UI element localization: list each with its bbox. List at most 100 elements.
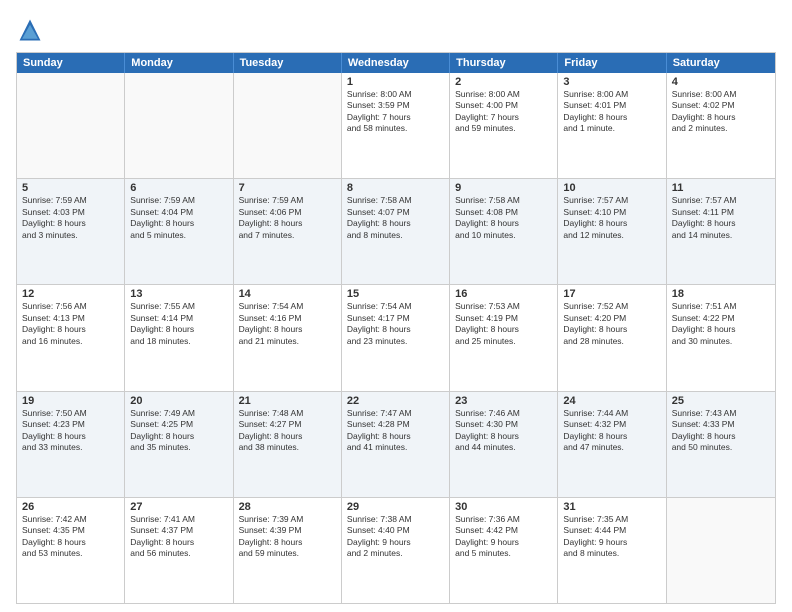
cell-text: Sunset: 4:27 PM <box>239 419 336 430</box>
calendar-cell-empty-0 <box>17 73 125 178</box>
cell-text: Sunset: 4:03 PM <box>22 207 119 218</box>
cell-text: Sunset: 4:28 PM <box>347 419 444 430</box>
cell-text: Sunrise: 7:39 AM <box>239 514 336 525</box>
cell-text: Sunset: 4:06 PM <box>239 207 336 218</box>
cell-text: and 23 minutes. <box>347 336 444 347</box>
calendar-cell-19: 19Sunrise: 7:50 AMSunset: 4:23 PMDayligh… <box>17 392 125 497</box>
cell-text: and 47 minutes. <box>563 442 660 453</box>
day-number: 29 <box>347 501 444 513</box>
cell-text: Sunset: 4:10 PM <box>563 207 660 218</box>
calendar-cell-26: 26Sunrise: 7:42 AMSunset: 4:35 PMDayligh… <box>17 498 125 603</box>
cell-text: and 8 minutes. <box>347 230 444 241</box>
cell-text: Sunset: 4:25 PM <box>130 419 227 430</box>
cell-text: and 2 minutes. <box>672 123 770 134</box>
day-header-monday: Monday <box>125 53 233 73</box>
calendar-cell-14: 14Sunrise: 7:54 AMSunset: 4:16 PMDayligh… <box>234 285 342 390</box>
day-number: 20 <box>130 395 227 407</box>
day-number: 7 <box>239 182 336 194</box>
day-number: 14 <box>239 288 336 300</box>
cell-text: Daylight: 8 hours <box>672 112 770 123</box>
day-number: 10 <box>563 182 660 194</box>
cell-text: Sunset: 4:16 PM <box>239 313 336 324</box>
cell-text: and 25 minutes. <box>455 336 552 347</box>
cell-text: and 44 minutes. <box>455 442 552 453</box>
cell-text: and 5 minutes. <box>130 230 227 241</box>
cell-text: and 59 minutes. <box>455 123 552 134</box>
cell-text: Sunrise: 7:35 AM <box>563 514 660 525</box>
day-header-wednesday: Wednesday <box>342 53 450 73</box>
cell-text: and 35 minutes. <box>130 442 227 453</box>
day-number: 17 <box>563 288 660 300</box>
cell-text: and 53 minutes. <box>22 548 119 559</box>
calendar-cell-25: 25Sunrise: 7:43 AMSunset: 4:33 PMDayligh… <box>667 392 775 497</box>
cell-text: Sunset: 4:42 PM <box>455 525 552 536</box>
cell-text: and 30 minutes. <box>672 336 770 347</box>
cell-text: Sunset: 4:22 PM <box>672 313 770 324</box>
cell-text: Daylight: 8 hours <box>347 218 444 229</box>
cell-text: Sunrise: 7:51 AM <box>672 301 770 312</box>
day-number: 8 <box>347 182 444 194</box>
cell-text: and 59 minutes. <box>239 548 336 559</box>
calendar: SundayMondayTuesdayWednesdayThursdayFrid… <box>16 52 776 604</box>
calendar-cell-15: 15Sunrise: 7:54 AMSunset: 4:17 PMDayligh… <box>342 285 450 390</box>
cell-text: Sunrise: 7:58 AM <box>455 195 552 206</box>
cell-text: Sunrise: 8:00 AM <box>455 89 552 100</box>
cell-text: and 50 minutes. <box>672 442 770 453</box>
cell-text: Daylight: 8 hours <box>563 112 660 123</box>
calendar-cell-18: 18Sunrise: 7:51 AMSunset: 4:22 PMDayligh… <box>667 285 775 390</box>
day-header-tuesday: Tuesday <box>234 53 342 73</box>
calendar-cell-21: 21Sunrise: 7:48 AMSunset: 4:27 PMDayligh… <box>234 392 342 497</box>
cell-text: Sunset: 4:30 PM <box>455 419 552 430</box>
cell-text: Sunrise: 7:53 AM <box>455 301 552 312</box>
calendar-cell-17: 17Sunrise: 7:52 AMSunset: 4:20 PMDayligh… <box>558 285 666 390</box>
cell-text: Sunset: 4:35 PM <box>22 525 119 536</box>
cell-text: Sunrise: 7:41 AM <box>130 514 227 525</box>
calendar-cell-30: 30Sunrise: 7:36 AMSunset: 4:42 PMDayligh… <box>450 498 558 603</box>
cell-text: Sunset: 4:44 PM <box>563 525 660 536</box>
day-header-sunday: Sunday <box>17 53 125 73</box>
cell-text: Sunrise: 7:55 AM <box>130 301 227 312</box>
cell-text: and 10 minutes. <box>455 230 552 241</box>
cell-text: and 18 minutes. <box>130 336 227 347</box>
calendar-cell-empty-1 <box>125 73 233 178</box>
day-number: 31 <box>563 501 660 513</box>
cell-text: Sunset: 4:32 PM <box>563 419 660 430</box>
calendar-cell-7: 7Sunrise: 7:59 AMSunset: 4:06 PMDaylight… <box>234 179 342 284</box>
calendar-cell-24: 24Sunrise: 7:44 AMSunset: 4:32 PMDayligh… <box>558 392 666 497</box>
cell-text: Daylight: 8 hours <box>130 537 227 548</box>
cell-text: Sunset: 4:00 PM <box>455 100 552 111</box>
cell-text: Sunset: 4:08 PM <box>455 207 552 218</box>
cell-text: and 3 minutes. <box>22 230 119 241</box>
cell-text: Sunrise: 7:46 AM <box>455 408 552 419</box>
cell-text: Daylight: 8 hours <box>239 537 336 548</box>
cell-text: and 28 minutes. <box>563 336 660 347</box>
cell-text: Sunrise: 7:57 AM <box>563 195 660 206</box>
calendar-cell-31: 31Sunrise: 7:35 AMSunset: 4:44 PMDayligh… <box>558 498 666 603</box>
cell-text: Sunrise: 7:42 AM <box>22 514 119 525</box>
cell-text: Sunrise: 7:52 AM <box>563 301 660 312</box>
cell-text: Daylight: 8 hours <box>563 324 660 335</box>
cell-text: and 33 minutes. <box>22 442 119 453</box>
calendar-week-2: 5Sunrise: 7:59 AMSunset: 4:03 PMDaylight… <box>17 179 775 285</box>
calendar-cell-6: 6Sunrise: 7:59 AMSunset: 4:04 PMDaylight… <box>125 179 233 284</box>
cell-text: Daylight: 8 hours <box>672 324 770 335</box>
cell-text: Sunrise: 7:49 AM <box>130 408 227 419</box>
calendar-cell-2: 2Sunrise: 8:00 AMSunset: 4:00 PMDaylight… <box>450 73 558 178</box>
cell-text: Daylight: 8 hours <box>347 431 444 442</box>
calendar-cell-9: 9Sunrise: 7:58 AMSunset: 4:08 PMDaylight… <box>450 179 558 284</box>
calendar-cell-20: 20Sunrise: 7:49 AMSunset: 4:25 PMDayligh… <box>125 392 233 497</box>
cell-text: and 16 minutes. <box>22 336 119 347</box>
cell-text: Daylight: 7 hours <box>347 112 444 123</box>
day-number: 6 <box>130 182 227 194</box>
cell-text: Sunset: 4:23 PM <box>22 419 119 430</box>
cell-text: Sunrise: 7:36 AM <box>455 514 552 525</box>
cell-text: Daylight: 8 hours <box>130 431 227 442</box>
cell-text: and 2 minutes. <box>347 548 444 559</box>
cell-text: Daylight: 8 hours <box>563 431 660 442</box>
cell-text: and 5 minutes. <box>455 548 552 559</box>
cell-text: Daylight: 7 hours <box>455 112 552 123</box>
cell-text: Daylight: 8 hours <box>239 431 336 442</box>
cell-text: Sunrise: 7:54 AM <box>347 301 444 312</box>
calendar-cell-3: 3Sunrise: 8:00 AMSunset: 4:01 PMDaylight… <box>558 73 666 178</box>
cell-text: Sunrise: 7:44 AM <box>563 408 660 419</box>
